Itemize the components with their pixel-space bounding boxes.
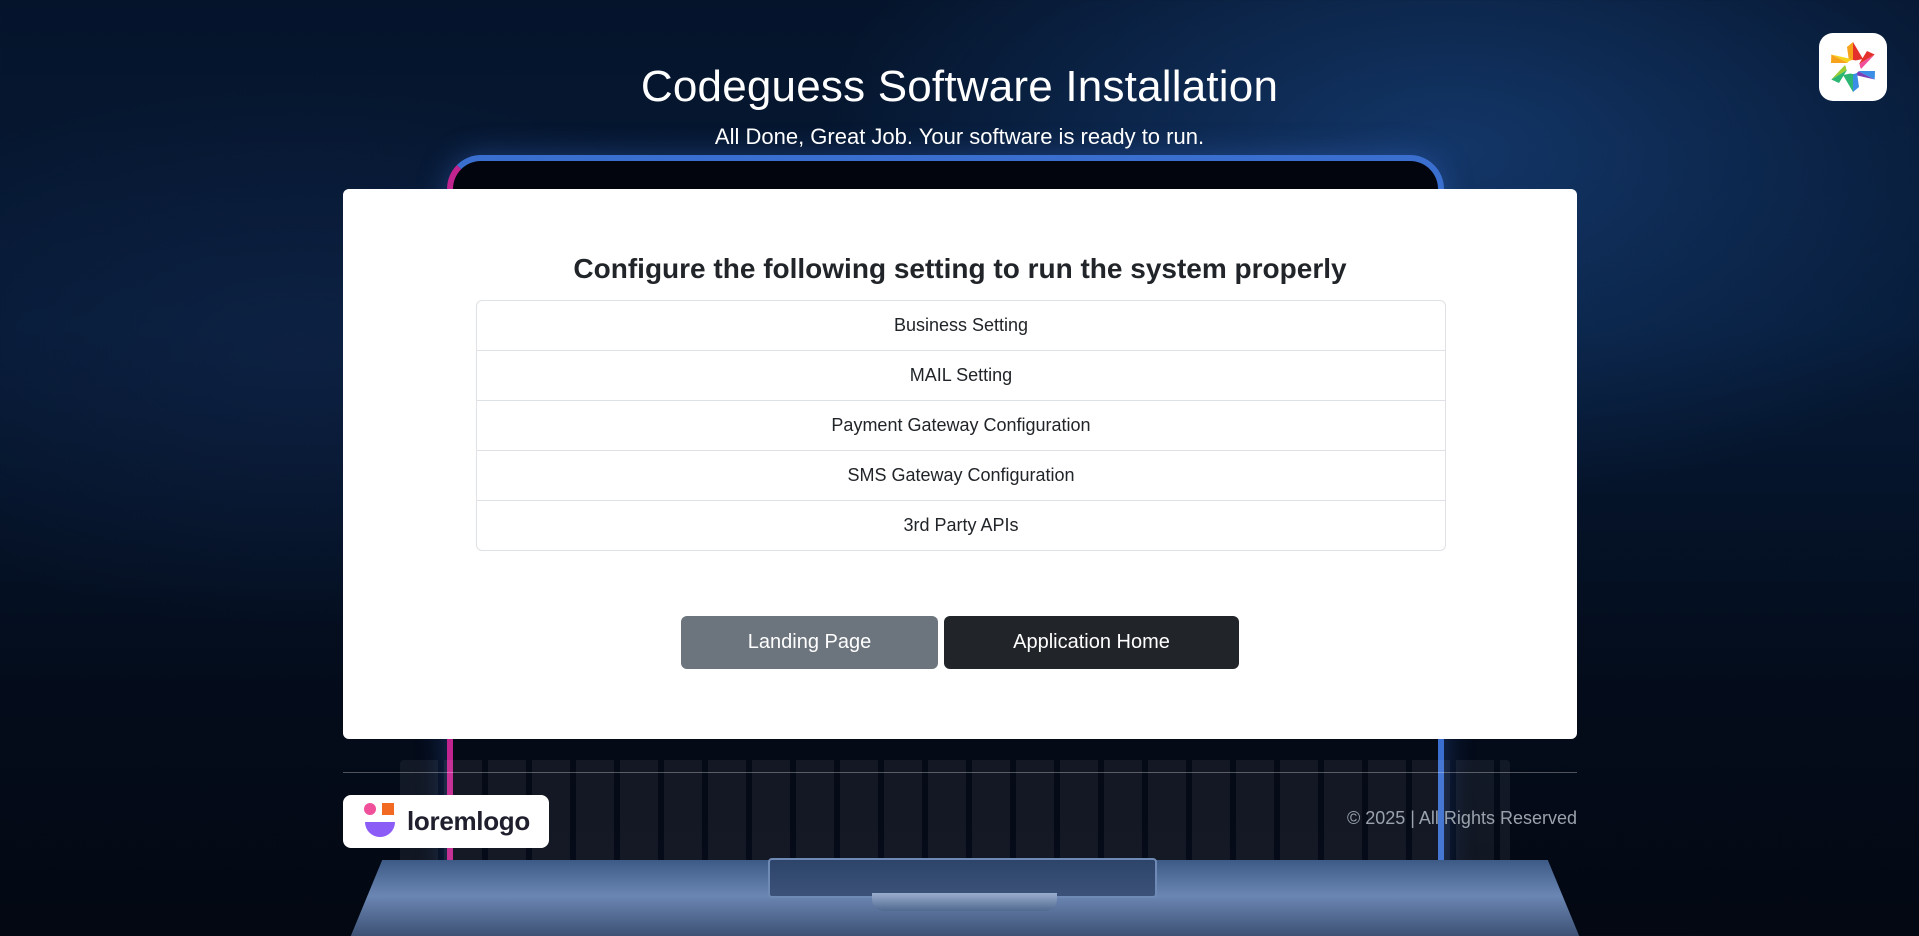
list-item-payment-gateway: Payment Gateway Configuration [477, 401, 1445, 451]
list-item-third-party-apis: 3rd Party APIs [903, 515, 1019, 535]
application-home-button[interactable]: Application Home [944, 616, 1239, 669]
footer-divider [343, 772, 1577, 773]
laptop-background-trackpad [768, 858, 1157, 898]
laptop-background-notch [872, 893, 1057, 911]
footer-logo[interactable]: loremlogo [343, 795, 549, 848]
card-heading: Configure the following setting to run t… [573, 253, 1347, 284]
footer-logo-text: loremlogo [407, 806, 530, 836]
list-item-mail-setting: MAIL Setting [477, 351, 1445, 401]
loremlogo-mark-icon [364, 802, 395, 837]
list-item-sms-gateway: SMS Gateway Configuration [477, 451, 1445, 501]
list-item-business-setting: Business Setting [477, 301, 1445, 351]
page-title: Codeguess Software Installation [640, 62, 1279, 111]
copyright-text: © 2025 | All Rights Reserved [1346, 808, 1577, 828]
pinwheel-icon-graphic [1831, 42, 1875, 92]
page-header: Codeguess Software Installation All Done… [0, 62, 1919, 150]
pinwheel-icon [1819, 33, 1887, 101]
page-subtitle: All Done, Great Job. Your software is re… [714, 124, 1205, 149]
setup-complete-card: Configure the following setting to run t… [343, 189, 1577, 739]
landing-page-button[interactable]: Landing Page [681, 616, 938, 669]
settings-list: Business Setting MAIL Setting Payment Ga… [476, 300, 1446, 551]
